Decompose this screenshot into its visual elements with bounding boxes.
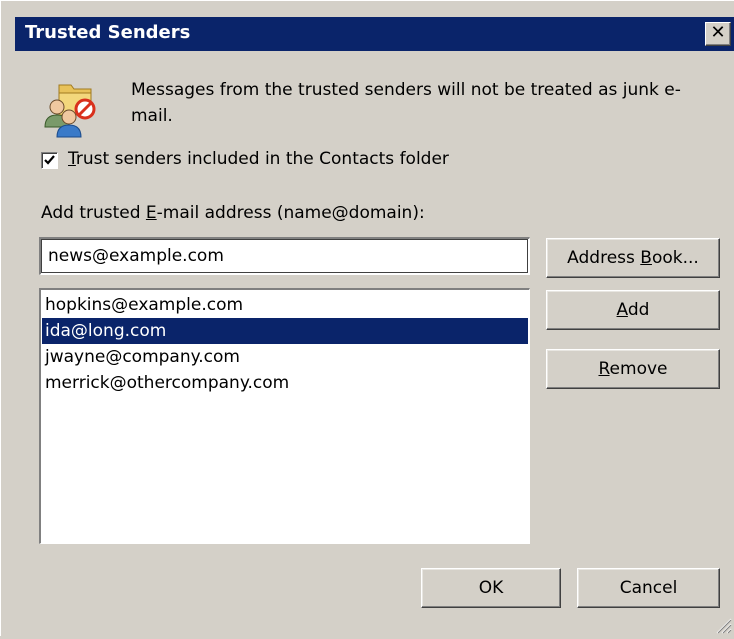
dialog-window: Trusted Senders ✕ Messages from the trus… (0, 0, 734, 636)
add-label-rest: dd (627, 300, 650, 320)
remove-button[interactable]: Remove (546, 349, 720, 389)
address-book-label-pre: Address (567, 248, 641, 268)
list-item[interactable]: jwayne@company.com (42, 344, 528, 370)
email-input[interactable]: news@example.com (39, 237, 530, 275)
trust-contacts-label-text: rust senders included in the Contacts fo… (75, 149, 449, 169)
add-address-label: Add trusted E-mail address (name@domain)… (41, 203, 425, 223)
list-item[interactable]: hopkins@example.com (42, 292, 528, 318)
list-item[interactable]: ida@long.com (42, 318, 528, 344)
cancel-button[interactable]: Cancel (577, 568, 720, 608)
address-book-accel: B (640, 248, 652, 268)
list-item[interactable]: merrick@othercompany.com (42, 370, 528, 396)
add-label-accel: E (145, 203, 157, 223)
trusted-senders-list[interactable]: hopkins@example.com ida@long.com jwayne@… (39, 288, 530, 544)
checkmark-icon (44, 155, 55, 165)
ok-button[interactable]: OK (421, 568, 561, 608)
trust-contacts-checkbox[interactable] (41, 152, 58, 169)
info-message: Messages from the trusted senders will n… (131, 80, 681, 126)
trust-contacts-accel: T (68, 149, 76, 169)
address-book-label-post: ook... (651, 248, 699, 268)
remove-accel: R (598, 359, 610, 379)
people-icon (35, 77, 105, 139)
add-label-pre: Add trusted (41, 203, 146, 223)
close-icon: ✕ (710, 22, 726, 43)
window-title: Trusted Senders (25, 22, 191, 43)
add-button[interactable]: Add (546, 290, 720, 330)
remove-label-rest: emove (609, 359, 668, 379)
trust-contacts-label[interactable]: Trust senders included in the Contacts f… (68, 149, 449, 169)
close-button[interactable]: ✕ (705, 22, 731, 46)
resize-grip-icon[interactable] (712, 614, 732, 634)
title-bar[interactable]: Trusted Senders ✕ (15, 17, 734, 51)
add-label-post: -mail address (name@domain): (156, 203, 425, 223)
add-accel: A (616, 300, 628, 320)
address-book-button[interactable]: Address Book... (546, 238, 720, 278)
